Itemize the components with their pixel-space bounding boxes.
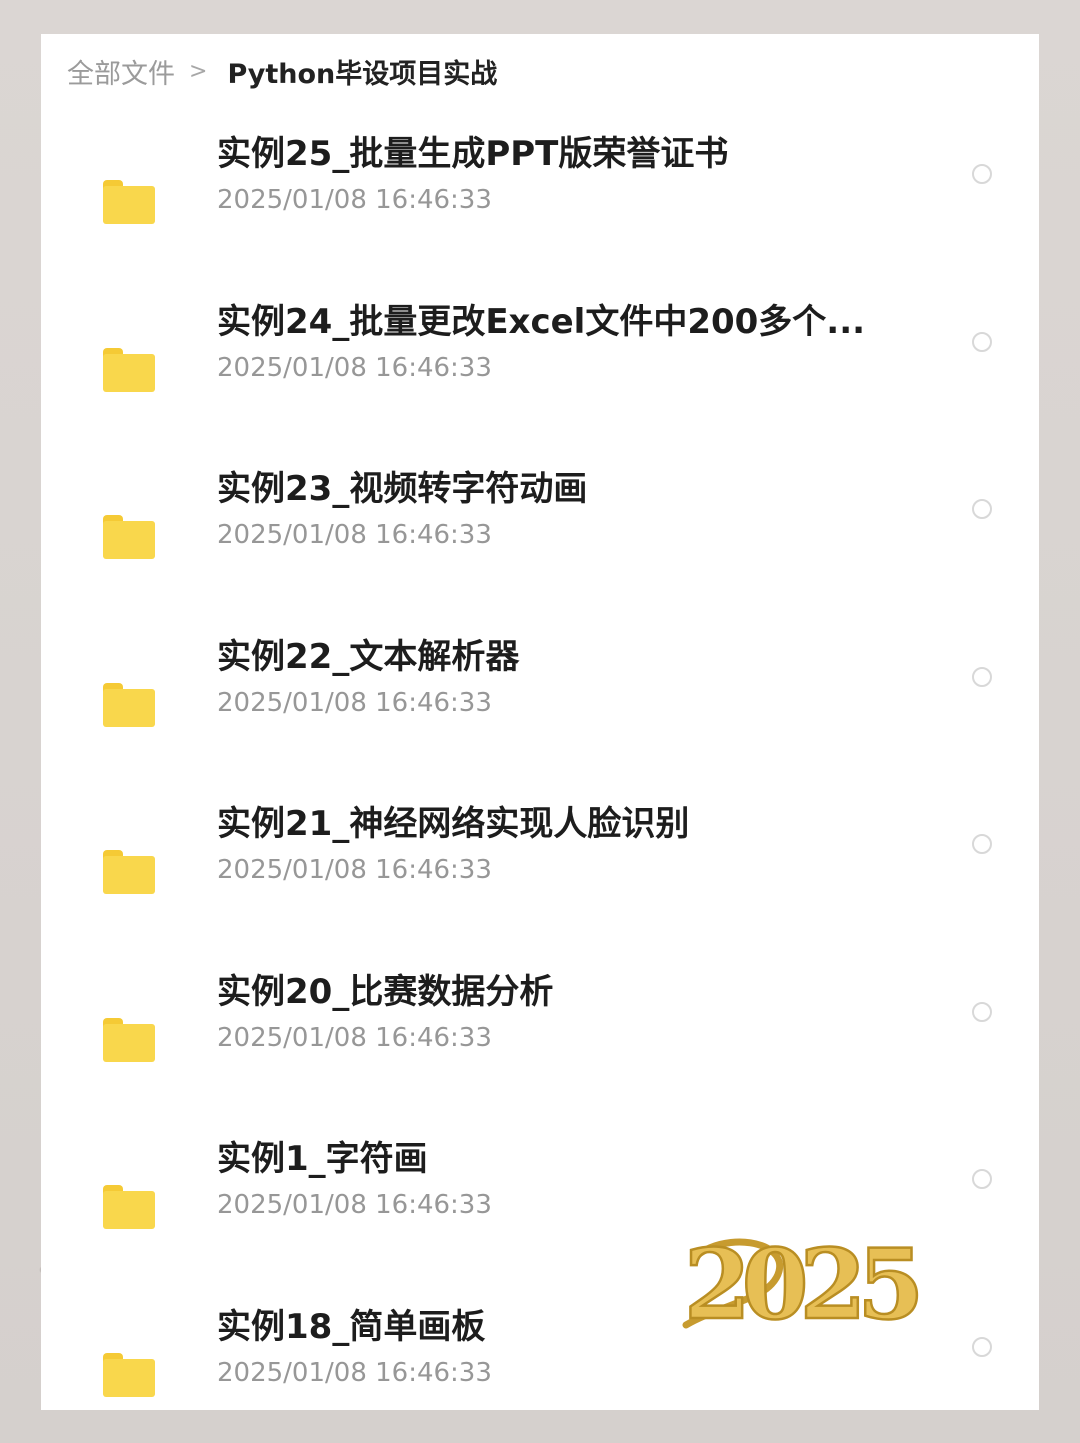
- folder-icon: [103, 515, 155, 559]
- year-2025-logo: 2025: [682, 1230, 928, 1340]
- file-row-4[interactable]: 实例22_文本解析器 2025/01/08 16:46:33: [41, 633, 1039, 801]
- folder-icon: [103, 1017, 155, 1062]
- file-row-1[interactable]: 实例25_批量生成PPT版荣誉证书 2025/01/08 16:46:33: [41, 130, 1039, 298]
- folder-icon: [103, 1185, 155, 1229]
- breadcrumb-root-link[interactable]: 全部文件: [67, 52, 175, 91]
- file-row-6[interactable]: 实例20_比赛数据分析 2025/01/08 16:46:33: [41, 968, 1039, 1136]
- folder-body: [103, 521, 155, 559]
- file-list: 实例25_批量生成PPT版荣誉证书 2025/01/08 16:46:33 实例…: [41, 130, 1039, 1410]
- file-browser-card: 全部文件 > Python毕设项目实战 实例25_批量生成PPT版荣誉证书 20…: [41, 34, 1039, 1410]
- file-timestamp: 2025/01/08 16:46:33: [217, 855, 492, 885]
- folder-body: [103, 1191, 155, 1229]
- file-name: 实例22_文本解析器: [217, 636, 520, 677]
- file-row-3[interactable]: 实例23_视频转字符动画 2025/01/08 16:46:33: [41, 465, 1039, 633]
- file-name: 实例24_批量更改Excel文件中200多个...: [217, 301, 866, 342]
- file-timestamp: 2025/01/08 16:46:33: [217, 1022, 492, 1053]
- radio-unselected-icon[interactable]: [972, 1169, 992, 1189]
- file-timestamp: 2025/01/08 16:46:33: [217, 687, 492, 718]
- radio-unselected-icon[interactable]: [972, 834, 992, 854]
- folder-body: [103, 856, 155, 894]
- file-name: 实例21_神经网络实现人脸识别: [217, 804, 690, 844]
- chevron-right-icon: >: [189, 58, 208, 84]
- radio-unselected-icon[interactable]: [972, 1001, 992, 1022]
- file-row-2[interactable]: 实例24_批量更改Excel文件中200多个... 2025/01/08 16:…: [41, 298, 1039, 466]
- file-name: 实例25_批量生成PPT版荣誉证书: [217, 134, 729, 174]
- file-timestamp: 2025/01/08 16:46:33: [217, 352, 492, 383]
- file-row-5[interactable]: 实例21_神经网络实现人脸识别 2025/01/08 16:46:33: [41, 800, 1039, 968]
- file-timestamp: 2025/01/08 16:46:33: [217, 1357, 492, 1388]
- breadcrumb-current-folder: Python毕设项目实战: [227, 58, 498, 90]
- file-name: 实例1_字符画: [217, 1139, 428, 1179]
- folder-body: [103, 1358, 155, 1397]
- folder-icon: [103, 682, 155, 727]
- folder-icon: [103, 1352, 155, 1397]
- folder-icon: [103, 850, 155, 894]
- file-name: 实例23_视频转字符动画: [217, 469, 588, 509]
- radio-unselected-icon[interactable]: [972, 499, 992, 519]
- folder-body: [103, 1023, 155, 1062]
- file-timestamp: 2025/01/08 16:46:33: [217, 1190, 492, 1220]
- radio-unselected-icon[interactable]: [972, 331, 992, 352]
- file-timestamp: 2025/01/08 16:46:33: [217, 185, 492, 215]
- folder-body: [103, 186, 155, 224]
- folder-body: [103, 353, 155, 392]
- radio-unselected-icon[interactable]: [972, 164, 992, 184]
- radio-unselected-icon[interactable]: [972, 1336, 992, 1357]
- folder-icon: [103, 180, 155, 224]
- radio-unselected-icon[interactable]: [972, 666, 992, 687]
- svg-text:2025: 2025: [684, 1230, 917, 1340]
- file-timestamp: 2025/01/08 16:46:33: [217, 520, 492, 550]
- breadcrumb: 全部文件 > Python毕设项目实战: [67, 52, 497, 90]
- folder-icon: [103, 347, 155, 392]
- folder-body: [103, 688, 155, 727]
- file-name: 实例20_比赛数据分析: [217, 971, 554, 1012]
